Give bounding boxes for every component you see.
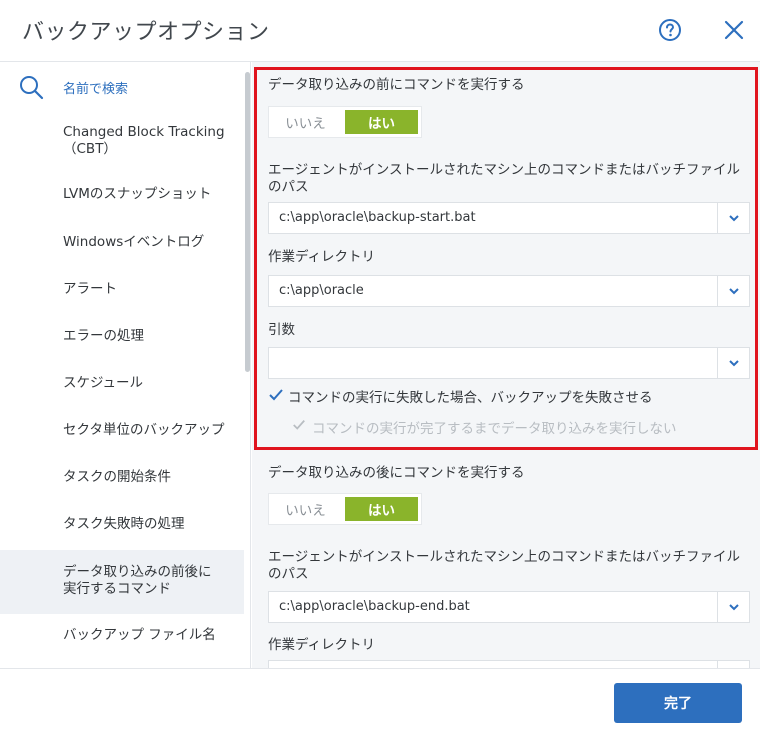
dropdown-button[interactable] xyxy=(717,661,749,668)
sidebar-item-sector-backup[interactable]: セクタ単位のバックアップ xyxy=(0,422,244,442)
fail-backup-checkbox-row[interactable]: コマンドの実行に失敗した場合、バックアップを失敗させる xyxy=(268,386,653,406)
dropdown-button[interactable] xyxy=(717,203,749,233)
sidebar-item-task-failure-handling[interactable]: タスク失敗時の処理 xyxy=(0,516,244,536)
dropdown-button[interactable] xyxy=(717,348,749,378)
search-by-name[interactable]: 名前で検索 xyxy=(0,62,244,112)
close-icon[interactable] xyxy=(722,18,746,42)
backup-options-dialog: バックアップオプション 名前で検索 Changed Block Tracking… xyxy=(0,0,760,737)
pre-command-path-field[interactable]: c:\app\oracle\backup-start.bat xyxy=(268,202,750,234)
pre-arguments-label: 引数 xyxy=(268,322,295,338)
post-command-path-field[interactable]: c:\app\oracle\backup-end.bat xyxy=(268,591,750,623)
sidebar-item-label: タスク失敗時の処理 xyxy=(63,516,185,532)
options-content: データ取り込みの前にコマンドを実行する いいえ はい エージェントがインストール… xyxy=(252,62,760,668)
post-working-dir-label: 作業ディレクトリ xyxy=(268,637,376,653)
pre-command-path-label: エージェントがインストールされたマシン上のコマンドまたはバッチファイルのパス xyxy=(268,162,740,195)
fail-backup-checkbox-label: コマンドの実行に失敗した場合、バックアップを失敗させる xyxy=(288,390,653,406)
search-label: 名前で検索 xyxy=(63,82,129,97)
chevron-down-icon xyxy=(729,604,739,611)
sidebar-item-label: Changed Block Tracking（CBT） xyxy=(63,124,225,157)
options-sidebar: 名前で検索 Changed Block Tracking（CBT） LVMのスナ… xyxy=(0,62,251,668)
post-command-toggle[interactable]: いいえ はい xyxy=(268,493,422,525)
post-command-heading: データ取り込みの後にコマンドを実行する xyxy=(268,465,525,481)
sidebar-item-label: Windowsイベントログ xyxy=(63,234,205,250)
dialog-title: バックアップオプション xyxy=(22,20,270,45)
sidebar-item-cbt[interactable]: Changed Block Tracking（CBT） xyxy=(0,124,244,166)
sidebar-item-alerts[interactable]: アラート xyxy=(0,281,244,301)
sidebar-item-label: LVMのスナップショット xyxy=(63,186,212,202)
help-icon[interactable] xyxy=(658,18,682,42)
chevron-down-icon xyxy=(729,288,739,295)
dialog-header: バックアップオプション xyxy=(0,0,760,62)
wait-completion-checkbox-label: コマンドの実行が完了するまでデータ取り込みを実行しない xyxy=(312,421,677,437)
sidebar-item-label: スケジュール xyxy=(63,375,144,391)
field-value: c:\app\oracle xyxy=(279,283,364,298)
chevron-down-icon xyxy=(729,360,739,367)
sidebar-item-label: タスクの開始条件 xyxy=(63,469,171,485)
sidebar-item-windows-event-log[interactable]: Windowsイベントログ xyxy=(0,234,244,254)
post-working-dir-field[interactable] xyxy=(268,660,750,668)
scrollbar-thumb[interactable] xyxy=(245,72,250,372)
sidebar-item-backup-file-name[interactable]: バックアップ ファイル名 xyxy=(0,627,244,647)
sidebar-item-schedule[interactable]: スケジュール xyxy=(0,375,244,395)
dialog-footer: 完了 xyxy=(0,668,760,737)
toggle-option-yes[interactable]: はい xyxy=(345,497,418,521)
pre-command-heading: データ取り込みの前にコマンドを実行する xyxy=(268,77,525,93)
search-icon xyxy=(20,76,44,100)
sidebar-item-label: エラーの処理 xyxy=(63,328,144,344)
sidebar-scrollbar[interactable] xyxy=(244,62,250,668)
dropdown-button[interactable] xyxy=(717,592,749,622)
sidebar-item-pre-post-commands[interactable]: データ取り込みの前後に実行するコマンド xyxy=(0,550,244,614)
checkbox-checked-disabled-icon[interactable] xyxy=(292,418,310,436)
sidebar-item-label: データ取り込みの前後に実行するコマンド xyxy=(63,564,212,597)
sidebar-item-task-start-conditions[interactable]: タスクの開始条件 xyxy=(0,469,244,489)
toggle-option-yes[interactable]: はい xyxy=(345,110,418,134)
sidebar-item-error-handling[interactable]: エラーの処理 xyxy=(0,328,244,348)
field-value: c:\app\oracle\backup-end.bat xyxy=(279,599,470,614)
pre-working-dir-field[interactable]: c:\app\oracle xyxy=(268,275,750,307)
field-value: c:\app\oracle\backup-start.bat xyxy=(279,210,476,225)
pre-command-toggle[interactable]: いいえ はい xyxy=(268,106,422,138)
wait-completion-checkbox-row[interactable]: コマンドの実行が完了するまでデータ取り込みを実行しない xyxy=(292,417,677,437)
sidebar-item-label: アラート xyxy=(63,281,117,297)
sidebar-item-label: バックアップ ファイル名 xyxy=(63,627,216,643)
pre-arguments-field[interactable] xyxy=(268,347,750,379)
dropdown-button[interactable] xyxy=(717,276,749,306)
toggle-option-no[interactable]: いいえ xyxy=(269,107,342,137)
checkbox-checked-icon[interactable] xyxy=(268,387,286,405)
done-button[interactable]: 完了 xyxy=(614,683,742,723)
sidebar-item-lvm-snapshot[interactable]: LVMのスナップショット xyxy=(0,186,244,206)
sidebar-item-label: セクタ単位のバックアップ xyxy=(63,422,225,438)
toggle-option-no[interactable]: いいえ xyxy=(269,494,342,524)
chevron-down-icon xyxy=(729,215,739,222)
pre-working-dir-label: 作業ディレクトリ xyxy=(268,249,376,265)
post-command-path-label: エージェントがインストールされたマシン上のコマンドまたはバッチファイルのパス xyxy=(268,549,740,582)
